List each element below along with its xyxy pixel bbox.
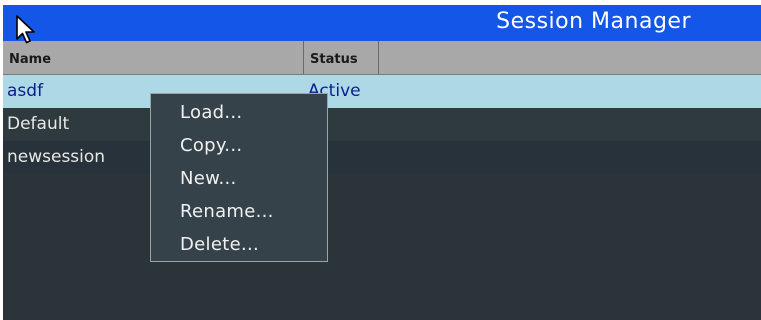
menu-item-rename[interactable]: Rename... — [151, 197, 327, 230]
menu-item-delete[interactable]: Delete... — [151, 230, 327, 263]
menu-item-copy[interactable]: Copy... — [151, 131, 327, 164]
title-bar: Session Manager — [3, 5, 761, 41]
column-header-status[interactable]: Status — [304, 41, 379, 74]
table-row-default[interactable]: Default — [3, 108, 761, 141]
context-menu: Load... Copy... New... Rename... Delete.… — [150, 93, 328, 262]
table-header: Name Status — [3, 41, 761, 75]
mouse-pointer-icon — [16, 15, 35, 44]
table-row-asdf[interactable]: asdf Active — [3, 75, 761, 108]
session-list-panel: Name Status asdf Active Default newsessi… — [3, 41, 761, 320]
menu-item-new[interactable]: New... — [151, 164, 327, 197]
column-header-filler — [379, 41, 761, 74]
table-row-newsession[interactable]: newsession — [3, 141, 761, 174]
menu-item-load[interactable]: Load... — [151, 98, 327, 131]
column-header-name[interactable]: Name — [3, 41, 304, 74]
row-name-cell: Default — [7, 114, 70, 134]
window-title: Session Manager — [496, 9, 691, 34]
row-name-cell: newsession — [7, 147, 106, 167]
session-manager-window: Session Manager Name Status asdf Active … — [0, 0, 761, 320]
row-name-cell: asdf — [7, 81, 44, 101]
